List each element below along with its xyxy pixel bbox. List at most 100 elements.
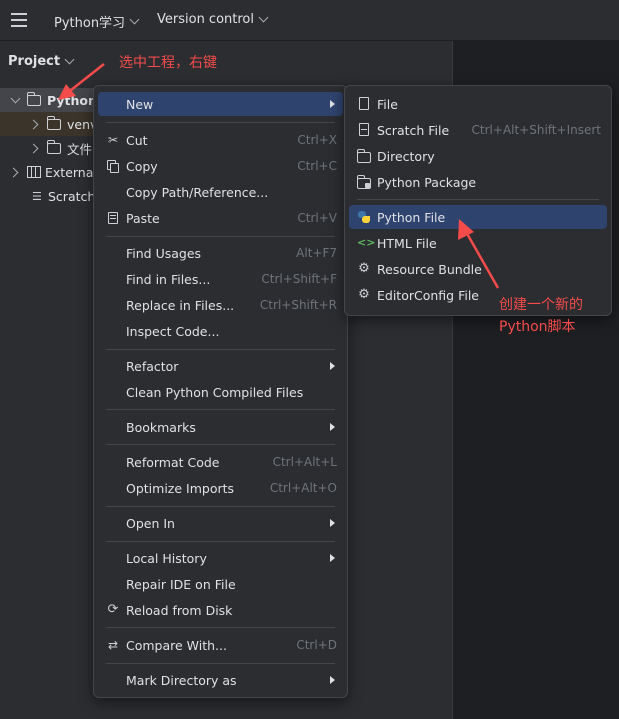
menu-item-label: HTML File: [377, 235, 437, 251]
menu-item-repair-ide[interactable]: Repair IDE on File: [98, 572, 343, 596]
folder-icon: [47, 115, 61, 130]
chevron-down-icon: [258, 12, 269, 23]
submenu-arrow-icon: [330, 100, 335, 108]
menu-item-reload-from-disk[interactable]: ⟳ Reload from Disk: [98, 598, 343, 622]
menu-item-local-history[interactable]: Local History: [98, 546, 343, 570]
submenu-item-python-file[interactable]: Python File: [349, 205, 607, 229]
menu-item-shortcut: Ctrl+C: [297, 159, 337, 173]
folder-icon: [357, 149, 371, 163]
scissors-icon: ✂: [107, 133, 119, 147]
menu-item-shortcut: Ctrl+V: [297, 211, 337, 225]
menu-item-label: Optimize Imports: [126, 480, 235, 496]
submenu-arrow-icon: [330, 362, 335, 370]
menu-item-refactor[interactable]: Refactor: [98, 354, 343, 378]
menu-item-compare-with[interactable]: ⇄ Compare With... Ctrl+D: [98, 633, 343, 657]
menu-item-cut[interactable]: ✂ Cut Ctrl+X: [98, 128, 343, 152]
submenu-arrow-icon: [330, 676, 335, 684]
vcs-switcher[interactable]: Version control: [157, 12, 269, 27]
vcs-switcher-label: Version control: [157, 12, 254, 27]
clipboard-icon: [106, 211, 120, 225]
menu-item-label: Local History: [126, 550, 207, 566]
folder-icon: [27, 91, 41, 106]
chevron-down-icon[interactable]: [10, 93, 21, 103]
gear-icon: ⚙: [358, 261, 370, 276]
menu-item-open-in[interactable]: Open In: [98, 511, 343, 535]
scratches-icon: ☰: [32, 189, 42, 203]
submenu-arrow-icon: [330, 554, 335, 562]
menu-item-label: New: [126, 96, 154, 112]
menu-item-label: Reload from Disk: [126, 602, 233, 618]
menu-item-label: File: [377, 96, 398, 112]
menu-separator: [106, 444, 335, 445]
annotation-create-line2: Python脚本: [499, 319, 576, 335]
main-menu-icon[interactable]: [11, 13, 27, 27]
menu-item-label: Copy Path/Reference...: [126, 184, 269, 200]
menu-separator: [106, 122, 335, 123]
menu-item-shortcut: Ctrl+Alt+L: [272, 455, 337, 469]
menu-item-new[interactable]: New: [98, 92, 343, 116]
menu-separator: [106, 506, 335, 507]
submenu-item-scratch-file[interactable]: Scratch File Ctrl+Alt+Shift+Insert: [349, 118, 607, 142]
scratch-file-icon: [357, 123, 371, 137]
menu-item-paste[interactable]: Paste Ctrl+V: [98, 206, 343, 230]
chevron-down-icon: [64, 54, 75, 65]
project-panel-header[interactable]: Project: [8, 54, 75, 69]
submenu-item-directory[interactable]: Directory: [349, 144, 607, 168]
menu-item-copy[interactable]: Copy Ctrl+C: [98, 154, 343, 178]
chevron-right-icon[interactable]: [8, 167, 19, 177]
menu-item-label: Scratch File: [377, 122, 450, 138]
menu-item-label: Find in Files...: [126, 271, 211, 287]
menu-item-label: Directory: [377, 148, 435, 164]
annotation-create-line1: 创建一个新的: [499, 297, 583, 313]
file-icon: [357, 97, 371, 111]
menu-item-inspect-code[interactable]: Inspect Code...: [98, 319, 343, 343]
project-switcher-label: Python学习: [54, 16, 126, 31]
tree-label: 文件: [67, 141, 93, 157]
menu-item-find-usages[interactable]: Find Usages Alt+F7: [98, 241, 343, 265]
menu-item-shortcut: Ctrl+Shift+F: [261, 272, 337, 286]
menu-item-label: Copy: [126, 158, 158, 174]
submenu-item-html-file[interactable]: <> HTML File: [349, 231, 607, 255]
context-menu: New ✂ Cut Ctrl+X Copy Ctrl+C Copy Path/R…: [93, 85, 348, 698]
menu-item-shortcut: Ctrl+D: [296, 638, 337, 652]
menu-separator: [106, 409, 335, 410]
menu-item-bookmarks[interactable]: Bookmarks: [98, 415, 343, 439]
menu-item-label: Reformat Code: [126, 454, 220, 470]
menu-item-label: Cut: [126, 132, 148, 148]
menu-separator: [357, 199, 599, 200]
menu-item-label: Clean Python Compiled Files: [126, 384, 304, 400]
menu-item-find-in-files[interactable]: Find in Files... Ctrl+Shift+F: [98, 267, 343, 291]
menu-item-label: Inspect Code...: [126, 323, 220, 339]
menu-separator: [106, 627, 335, 628]
menu-item-clean-compiled[interactable]: Clean Python Compiled Files: [98, 380, 343, 404]
menu-item-label: Python File: [377, 209, 446, 225]
menu-item-label: Mark Directory as: [126, 672, 237, 688]
menu-item-label: Paste: [126, 210, 160, 226]
chevron-right-icon[interactable]: [28, 119, 39, 129]
submenu-item-file[interactable]: File: [349, 92, 607, 116]
menu-item-copy-path[interactable]: Copy Path/Reference...: [98, 180, 343, 204]
menu-item-replace-in-files[interactable]: Replace in Files... Ctrl+Shift+R: [98, 293, 343, 317]
menu-separator: [106, 349, 335, 350]
project-switcher[interactable]: Python学习: [54, 12, 140, 31]
menu-item-shortcut: Ctrl+Alt+O: [269, 481, 337, 495]
menu-item-label: Open In: [126, 515, 175, 531]
menu-item-shortcut: Ctrl+Shift+R: [259, 298, 337, 312]
menu-separator: [106, 541, 335, 542]
submenu-item-python-package[interactable]: Python Package: [349, 170, 607, 194]
menu-item-optimize-imports[interactable]: Optimize Imports Ctrl+Alt+O: [98, 476, 343, 500]
python-icon: [357, 210, 371, 224]
menu-separator: [106, 236, 335, 237]
menu-item-label: Replace in Files...: [126, 297, 235, 313]
menu-item-mark-directory-as[interactable]: Mark Directory as: [98, 668, 343, 692]
folder-icon: [47, 139, 61, 154]
chevron-right-icon[interactable]: [28, 143, 39, 153]
menu-item-label: Find Usages: [126, 245, 202, 261]
package-folder-icon: [357, 175, 371, 189]
menu-item-label: Resource Bundle: [377, 261, 482, 277]
menu-item-label: Refactor: [126, 358, 179, 374]
submenu-item-resource-bundle[interactable]: ⚙ Resource Bundle: [349, 257, 607, 281]
menu-item-reformat-code[interactable]: Reformat Code Ctrl+Alt+L: [98, 450, 343, 474]
menu-item-label: Python Package: [377, 174, 477, 190]
annotation-select-project: 选中工程，右键: [119, 55, 217, 71]
